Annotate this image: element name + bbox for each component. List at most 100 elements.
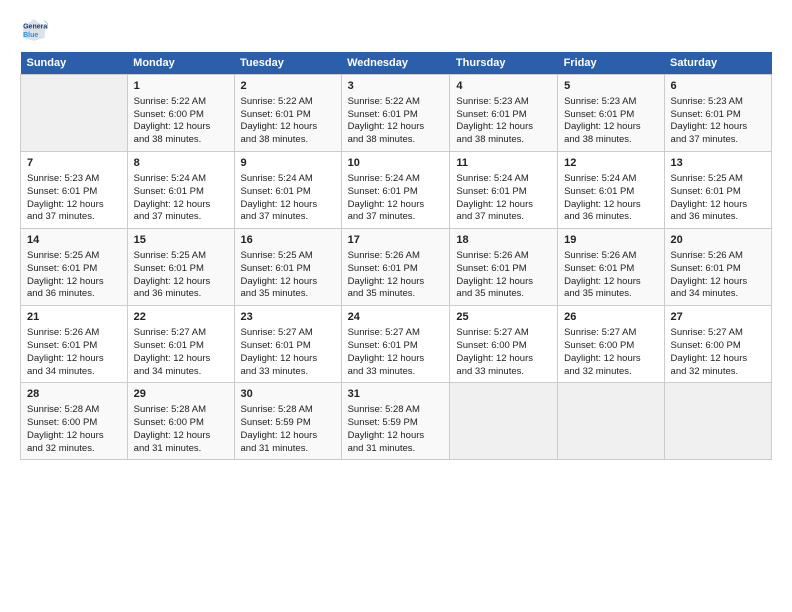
day-detail: Sunrise: 5:24 AM Sunset: 6:01 PM Dayligh…	[134, 173, 228, 224]
day-number: 25	[456, 310, 551, 325]
calendar-cell: 9 Sunrise: 5:24 AM Sunset: 6:01 PM Daylig…	[234, 152, 341, 229]
logo-icon: General Blue	[20, 16, 48, 44]
col-header-friday: Friday	[558, 52, 664, 75]
calendar-cell: 23 Sunrise: 5:27 AM Sunset: 6:01 PM Dayli…	[234, 306, 341, 383]
logo: General Blue	[20, 16, 52, 44]
day-detail: Sunrise: 5:27 AM Sunset: 6:01 PM Dayligh…	[134, 327, 228, 378]
calendar-cell: 22Sunrise: 5:27 AM Sunset: 6:01 PM Dayli…	[127, 306, 234, 383]
day-number: 31	[348, 387, 444, 402]
day-detail: Sunrise: 5:26 AM Sunset: 6:01 PM Dayligh…	[27, 327, 121, 378]
day-number: 15	[134, 233, 228, 248]
calendar-cell: 20 Sunrise: 5:26 AM Sunset: 6:01 PM Dayli…	[664, 229, 771, 306]
calendar-cell: 3Sunrise: 5:22 AM Sunset: 6:01 PM Daylig…	[341, 75, 450, 152]
day-detail: Sunrise: 5:28 AM Sunset: 5:59 PM Dayligh…	[241, 404, 335, 455]
col-header-tuesday: Tuesday	[234, 52, 341, 75]
calendar-cell: 30 Sunrise: 5:28 AM Sunset: 5:59 PM Dayli…	[234, 383, 341, 460]
day-number: 30	[241, 387, 335, 402]
day-detail: Sunrise: 5:25 AM Sunset: 6:01 PM Dayligh…	[241, 250, 335, 301]
col-header-sunday: Sunday	[21, 52, 128, 75]
calendar-cell: 15 Sunrise: 5:25 AM Sunset: 6:01 PM Dayli…	[127, 229, 234, 306]
day-number: 8	[134, 156, 228, 171]
day-number: 16	[241, 233, 335, 248]
day-number: 11	[456, 156, 551, 171]
calendar-cell: 24Sunrise: 5:27 AM Sunset: 6:01 PM Dayli…	[341, 306, 450, 383]
day-detail: Sunrise: 5:26 AM Sunset: 6:01 PM Dayligh…	[671, 250, 765, 301]
svg-text:General: General	[23, 23, 48, 30]
day-detail: Sunrise: 5:25 AM Sunset: 6:01 PM Dayligh…	[671, 173, 765, 224]
day-number: 18	[456, 233, 551, 248]
calendar-cell: 5 Sunrise: 5:23 AM Sunset: 6:01 PM Daylig…	[558, 75, 664, 152]
day-detail: Sunrise: 5:27 AM Sunset: 6:00 PM Dayligh…	[456, 327, 551, 378]
day-detail: Sunrise: 5:23 AM Sunset: 6:01 PM Dayligh…	[671, 96, 765, 147]
day-detail: Sunrise: 5:23 AM Sunset: 6:01 PM Dayligh…	[456, 96, 551, 147]
calendar-table: SundayMondayTuesdayWednesdayThursdayFrid…	[20, 52, 772, 460]
day-number: 20	[671, 233, 765, 248]
day-detail: Sunrise: 5:24 AM Sunset: 6:01 PM Dayligh…	[348, 173, 444, 224]
col-header-thursday: Thursday	[450, 52, 558, 75]
day-detail: Sunrise: 5:27 AM Sunset: 6:00 PM Dayligh…	[564, 327, 657, 378]
day-detail: Sunrise: 5:28 AM Sunset: 5:59 PM Dayligh…	[348, 404, 444, 455]
calendar-cell: 11Sunrise: 5:24 AM Sunset: 6:01 PM Dayli…	[450, 152, 558, 229]
svg-text:Blue: Blue	[23, 32, 38, 39]
day-number: 28	[27, 387, 121, 402]
day-number: 2	[241, 79, 335, 94]
day-number: 23	[241, 310, 335, 325]
day-number: 7	[27, 156, 121, 171]
day-number: 29	[134, 387, 228, 402]
day-detail: Sunrise: 5:23 AM Sunset: 6:01 PM Dayligh…	[27, 173, 121, 224]
calendar-cell: 27 Sunrise: 5:27 AM Sunset: 6:00 PM Dayli…	[664, 306, 771, 383]
calendar-cell: 4 Sunrise: 5:23 AM Sunset: 6:01 PM Daylig…	[450, 75, 558, 152]
day-detail: Sunrise: 5:22 AM Sunset: 6:01 PM Dayligh…	[241, 96, 335, 147]
calendar-cell: 14 Sunrise: 5:25 AM Sunset: 6:01 PM Dayli…	[21, 229, 128, 306]
day-number: 26	[564, 310, 657, 325]
calendar-cell	[558, 383, 664, 460]
day-detail: Sunrise: 5:24 AM Sunset: 6:01 PM Dayligh…	[564, 173, 657, 224]
calendar-cell: 8 Sunrise: 5:24 AM Sunset: 6:01 PM Daylig…	[127, 152, 234, 229]
calendar-cell	[450, 383, 558, 460]
col-header-wednesday: Wednesday	[341, 52, 450, 75]
calendar-cell: 21 Sunrise: 5:26 AM Sunset: 6:01 PM Dayli…	[21, 306, 128, 383]
day-number: 14	[27, 233, 121, 248]
day-detail: Sunrise: 5:26 AM Sunset: 6:01 PM Dayligh…	[456, 250, 551, 301]
day-number: 24	[348, 310, 444, 325]
day-number: 10	[348, 156, 444, 171]
day-number: 21	[27, 310, 121, 325]
day-detail: Sunrise: 5:28 AM Sunset: 6:00 PM Dayligh…	[27, 404, 121, 455]
day-detail: Sunrise: 5:25 AM Sunset: 6:01 PM Dayligh…	[27, 250, 121, 301]
calendar-cell: 1 Sunrise: 5:22 AM Sunset: 6:00 PM Daylig…	[127, 75, 234, 152]
day-number: 5	[564, 79, 657, 94]
day-number: 1	[134, 79, 228, 94]
calendar-cell: 6 Sunrise: 5:23 AM Sunset: 6:01 PM Daylig…	[664, 75, 771, 152]
day-detail: Sunrise: 5:26 AM Sunset: 6:01 PM Dayligh…	[348, 250, 444, 301]
day-number: 9	[241, 156, 335, 171]
calendar-cell: 7 Sunrise: 5:23 AM Sunset: 6:01 PM Daylig…	[21, 152, 128, 229]
day-number: 4	[456, 79, 551, 94]
day-number: 6	[671, 79, 765, 94]
day-detail: Sunrise: 5:28 AM Sunset: 6:00 PM Dayligh…	[134, 404, 228, 455]
page-header: General Blue	[20, 16, 772, 44]
day-detail: Sunrise: 5:24 AM Sunset: 6:01 PM Dayligh…	[241, 173, 335, 224]
calendar-cell: 25 Sunrise: 5:27 AM Sunset: 6:00 PM Dayli…	[450, 306, 558, 383]
day-detail: Sunrise: 5:23 AM Sunset: 6:01 PM Dayligh…	[564, 96, 657, 147]
calendar-cell: 16 Sunrise: 5:25 AM Sunset: 6:01 PM Dayli…	[234, 229, 341, 306]
day-detail: Sunrise: 5:25 AM Sunset: 6:01 PM Dayligh…	[134, 250, 228, 301]
day-number: 3	[348, 79, 444, 94]
calendar-cell: 12 Sunrise: 5:24 AM Sunset: 6:01 PM Dayli…	[558, 152, 664, 229]
day-number: 19	[564, 233, 657, 248]
calendar-cell: 31 Sunrise: 5:28 AM Sunset: 5:59 PM Dayli…	[341, 383, 450, 460]
day-number: 17	[348, 233, 444, 248]
calendar-cell	[21, 75, 128, 152]
day-detail: Sunrise: 5:27 AM Sunset: 6:01 PM Dayligh…	[241, 327, 335, 378]
calendar-cell: 17 Sunrise: 5:26 AM Sunset: 6:01 PM Dayli…	[341, 229, 450, 306]
day-number: 27	[671, 310, 765, 325]
day-detail: Sunrise: 5:26 AM Sunset: 6:01 PM Dayligh…	[564, 250, 657, 301]
calendar-cell: 28 Sunrise: 5:28 AM Sunset: 6:00 PM Dayli…	[21, 383, 128, 460]
calendar-cell: 13Sunrise: 5:25 AM Sunset: 6:01 PM Dayli…	[664, 152, 771, 229]
day-number: 12	[564, 156, 657, 171]
week-row-1: 1 Sunrise: 5:22 AM Sunset: 6:00 PM Daylig…	[21, 75, 772, 152]
calendar-cell: 26 Sunrise: 5:27 AM Sunset: 6:00 PM Dayli…	[558, 306, 664, 383]
week-row-5: 28 Sunrise: 5:28 AM Sunset: 6:00 PM Dayli…	[21, 383, 772, 460]
day-detail: Sunrise: 5:27 AM Sunset: 6:00 PM Dayligh…	[671, 327, 765, 378]
calendar-cell	[664, 383, 771, 460]
day-detail: Sunrise: 5:22 AM Sunset: 6:00 PM Dayligh…	[134, 96, 228, 147]
